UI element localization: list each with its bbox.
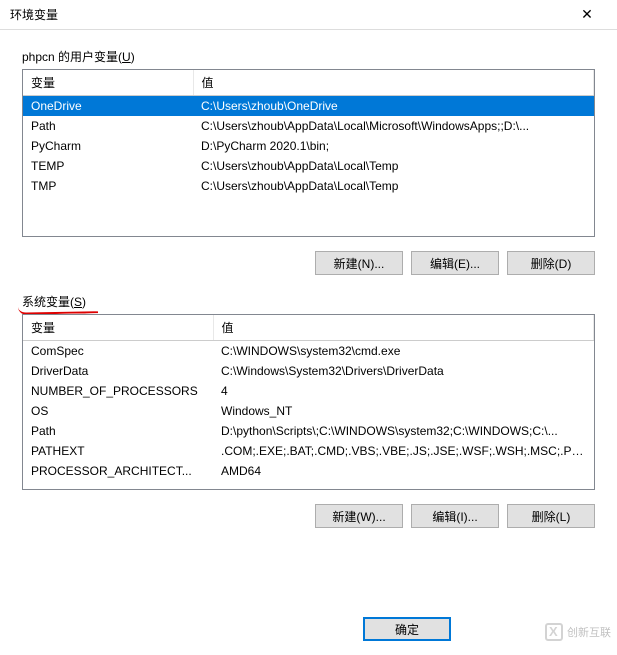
var-name-cell: PROCESSOR_ARCHITECT... — [23, 461, 213, 481]
table-row[interactable]: ComSpecC:\WINDOWS\system32\cmd.exe — [23, 341, 594, 362]
user-vars-buttons: 新建(N)... 编辑(E)... 删除(D) — [22, 237, 595, 293]
table-row[interactable]: TMPC:\Users\zhoub\AppData\Local\Temp — [23, 176, 594, 196]
table-row[interactable]: OneDriveC:\Users\zhoub\OneDrive — [23, 96, 594, 117]
user-vars-table: 变量 值 OneDriveC:\Users\zhoub\OneDrivePath… — [23, 70, 594, 196]
user-col-value[interactable]: 值 — [193, 70, 594, 96]
dialog-content: phpcn 的用户变量(U) 变量 值 OneDriveC:\Users\zho… — [0, 30, 617, 556]
table-row[interactable]: PATHEXT.COM;.EXE;.BAT;.CMD;.VBS;.VBE;.JS… — [23, 441, 594, 461]
table-row[interactable]: TEMPC:\Users\zhoub\AppData\Local\Temp — [23, 156, 594, 176]
var-value-cell: C:\Users\zhoub\AppData\Local\Temp — [193, 176, 594, 196]
user-vars-section: phpcn 的用户变量(U) 变量 值 OneDriveC:\Users\zho… — [22, 48, 595, 293]
var-name-cell: TMP — [23, 176, 193, 196]
var-value-cell: C:\Users\zhoub\AppData\Local\Temp — [193, 156, 594, 176]
var-name-cell: Path — [23, 116, 193, 136]
system-vars-table: 变量 值 ComSpecC:\WINDOWS\system32\cmd.exeD… — [23, 315, 594, 481]
var-value-cell: 4 — [213, 381, 594, 401]
watermark-logo-icon — [545, 623, 563, 641]
var-name-cell: OS — [23, 401, 213, 421]
table-row[interactable]: OSWindows_NT — [23, 401, 594, 421]
user-col-name[interactable]: 变量 — [23, 70, 193, 96]
user-new-button[interactable]: 新建(N)... — [315, 251, 403, 275]
table-row[interactable]: PROCESSOR_ARCHITECT...AMD64 — [23, 461, 594, 481]
table-row[interactable]: NUMBER_OF_PROCESSORS4 — [23, 381, 594, 401]
user-vars-table-wrap[interactable]: 变量 值 OneDriveC:\Users\zhoub\OneDrivePath… — [22, 69, 595, 237]
system-vars-buttons: 新建(W)... 编辑(I)... 删除(L) — [22, 490, 595, 546]
var-name-cell: TEMP — [23, 156, 193, 176]
var-name-cell: OneDrive — [23, 96, 193, 117]
system-vars-label: 系统变量(S) — [22, 293, 86, 310]
system-vars-table-wrap[interactable]: 变量 值 ComSpecC:\WINDOWS\system32\cmd.exeD… — [22, 314, 595, 490]
var-name-cell: PATHEXT — [23, 441, 213, 461]
var-value-cell: .COM;.EXE;.BAT;.CMD;.VBS;.VBE;.JS;.JSE;.… — [213, 441, 594, 461]
var-name-cell: PyCharm — [23, 136, 193, 156]
sys-col-name[interactable]: 变量 — [23, 315, 213, 341]
var-value-cell: Windows_NT — [213, 401, 594, 421]
table-row[interactable]: PyCharmD:\PyCharm 2020.1\bin; — [23, 136, 594, 156]
close-icon[interactable]: ✕ — [567, 6, 607, 23]
window-title: 环境变量 — [10, 6, 567, 23]
user-edit-button[interactable]: 编辑(E)... — [411, 251, 499, 275]
table-row[interactable]: DriverDataC:\Windows\System32\Drivers\Dr… — [23, 361, 594, 381]
system-vars-section: 系统变量(S) 变量 值 ComSpecC:\WINDOWS\system32\… — [22, 293, 595, 546]
var-value-cell: C:\Users\zhoub\OneDrive — [193, 96, 594, 117]
table-row[interactable]: PathD:\python\Scripts\;C:\WINDOWS\system… — [23, 421, 594, 441]
user-delete-button[interactable]: 删除(D) — [507, 251, 595, 275]
table-row[interactable]: PathC:\Users\zhoub\AppData\Local\Microso… — [23, 116, 594, 136]
ok-button[interactable]: 确定 — [363, 617, 451, 641]
watermark-text: 创新互联 — [567, 624, 611, 640]
var-value-cell: D:\python\Scripts\;C:\WINDOWS\system32;C… — [213, 421, 594, 441]
user-vars-label: phpcn 的用户变量(U) — [22, 48, 135, 65]
var-value-cell: C:\Windows\System32\Drivers\DriverData — [213, 361, 594, 381]
var-name-cell: Path — [23, 421, 213, 441]
var-value-cell: C:\Users\zhoub\AppData\Local\Microsoft\W… — [193, 116, 594, 136]
watermark: 创新互联 — [545, 623, 611, 641]
var-name-cell: DriverData — [23, 361, 213, 381]
var-name-cell: NUMBER_OF_PROCESSORS — [23, 381, 213, 401]
sys-col-value[interactable]: 值 — [213, 315, 594, 341]
sys-edit-button[interactable]: 编辑(I)... — [411, 504, 499, 528]
titlebar: 环境变量 ✕ — [0, 0, 617, 30]
var-value-cell: D:\PyCharm 2020.1\bin; — [193, 136, 594, 156]
var-name-cell: ComSpec — [23, 341, 213, 362]
sys-delete-button[interactable]: 删除(L) — [507, 504, 595, 528]
sys-new-button[interactable]: 新建(W)... — [315, 504, 403, 528]
dialog-footer: 确定 取消 — [363, 617, 547, 641]
var-value-cell: AMD64 — [213, 461, 594, 481]
var-value-cell: C:\WINDOWS\system32\cmd.exe — [213, 341, 594, 362]
